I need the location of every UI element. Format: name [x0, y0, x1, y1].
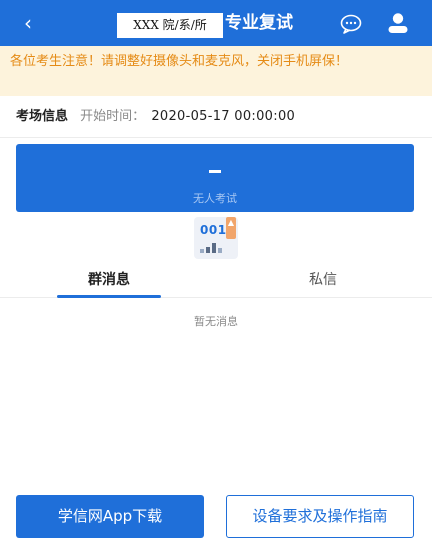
exam-status-text: 无人考试 — [193, 192, 237, 205]
tab-private-messages[interactable]: 私信 — [270, 263, 376, 298]
tab-group-messages[interactable]: 群消息 — [56, 263, 162, 298]
notice-banner: 各位考生注意！请调整好摄像头和麦克风，关闭手机屏保！ — [0, 46, 432, 96]
user-icon[interactable] — [387, 12, 409, 34]
device-guide-button[interactable]: 设备要求及操作指南 — [226, 495, 414, 538]
back-button[interactable]: ‹ — [16, 10, 40, 36]
active-tab-indicator — [57, 295, 161, 298]
chevron-left-icon: ‹ — [24, 11, 32, 35]
exam-info-label: 考场信息 — [16, 109, 69, 124]
start-time-label: 开始时间： — [80, 109, 146, 124]
start-time-value: 2020-05-17 00:00:00 — [151, 109, 296, 124]
minus-icon — [209, 170, 221, 173]
signal-bar-icon — [212, 243, 216, 253]
download-app-button[interactable]: 学信网App下载 — [16, 495, 204, 538]
empty-messages-text: 暂无消息 — [194, 315, 238, 328]
room-tag-icon: ▲ — [226, 217, 236, 239]
institution-mask: XXX 院/系/所 — [117, 13, 223, 38]
chat-bubble-icon[interactable] — [340, 14, 362, 34]
page-title: 专业复试 — [225, 13, 293, 33]
header-bar: ‹ XXX 院/系/所 专业复试 — [0, 0, 432, 46]
room-code: 001 — [200, 223, 227, 237]
signal-bar-icon — [200, 249, 204, 253]
signal-bar-icon — [218, 248, 222, 253]
exam-status-panel: 无人考试 — [16, 144, 414, 212]
room-badge[interactable]: 001 ▲ — [194, 217, 238, 259]
exam-info-row: 考场信息 开始时间： 2020-05-17 00:00:00 — [0, 96, 432, 138]
signal-bar-icon — [206, 247, 210, 253]
message-tabs: 群消息 私信 — [0, 263, 432, 298]
